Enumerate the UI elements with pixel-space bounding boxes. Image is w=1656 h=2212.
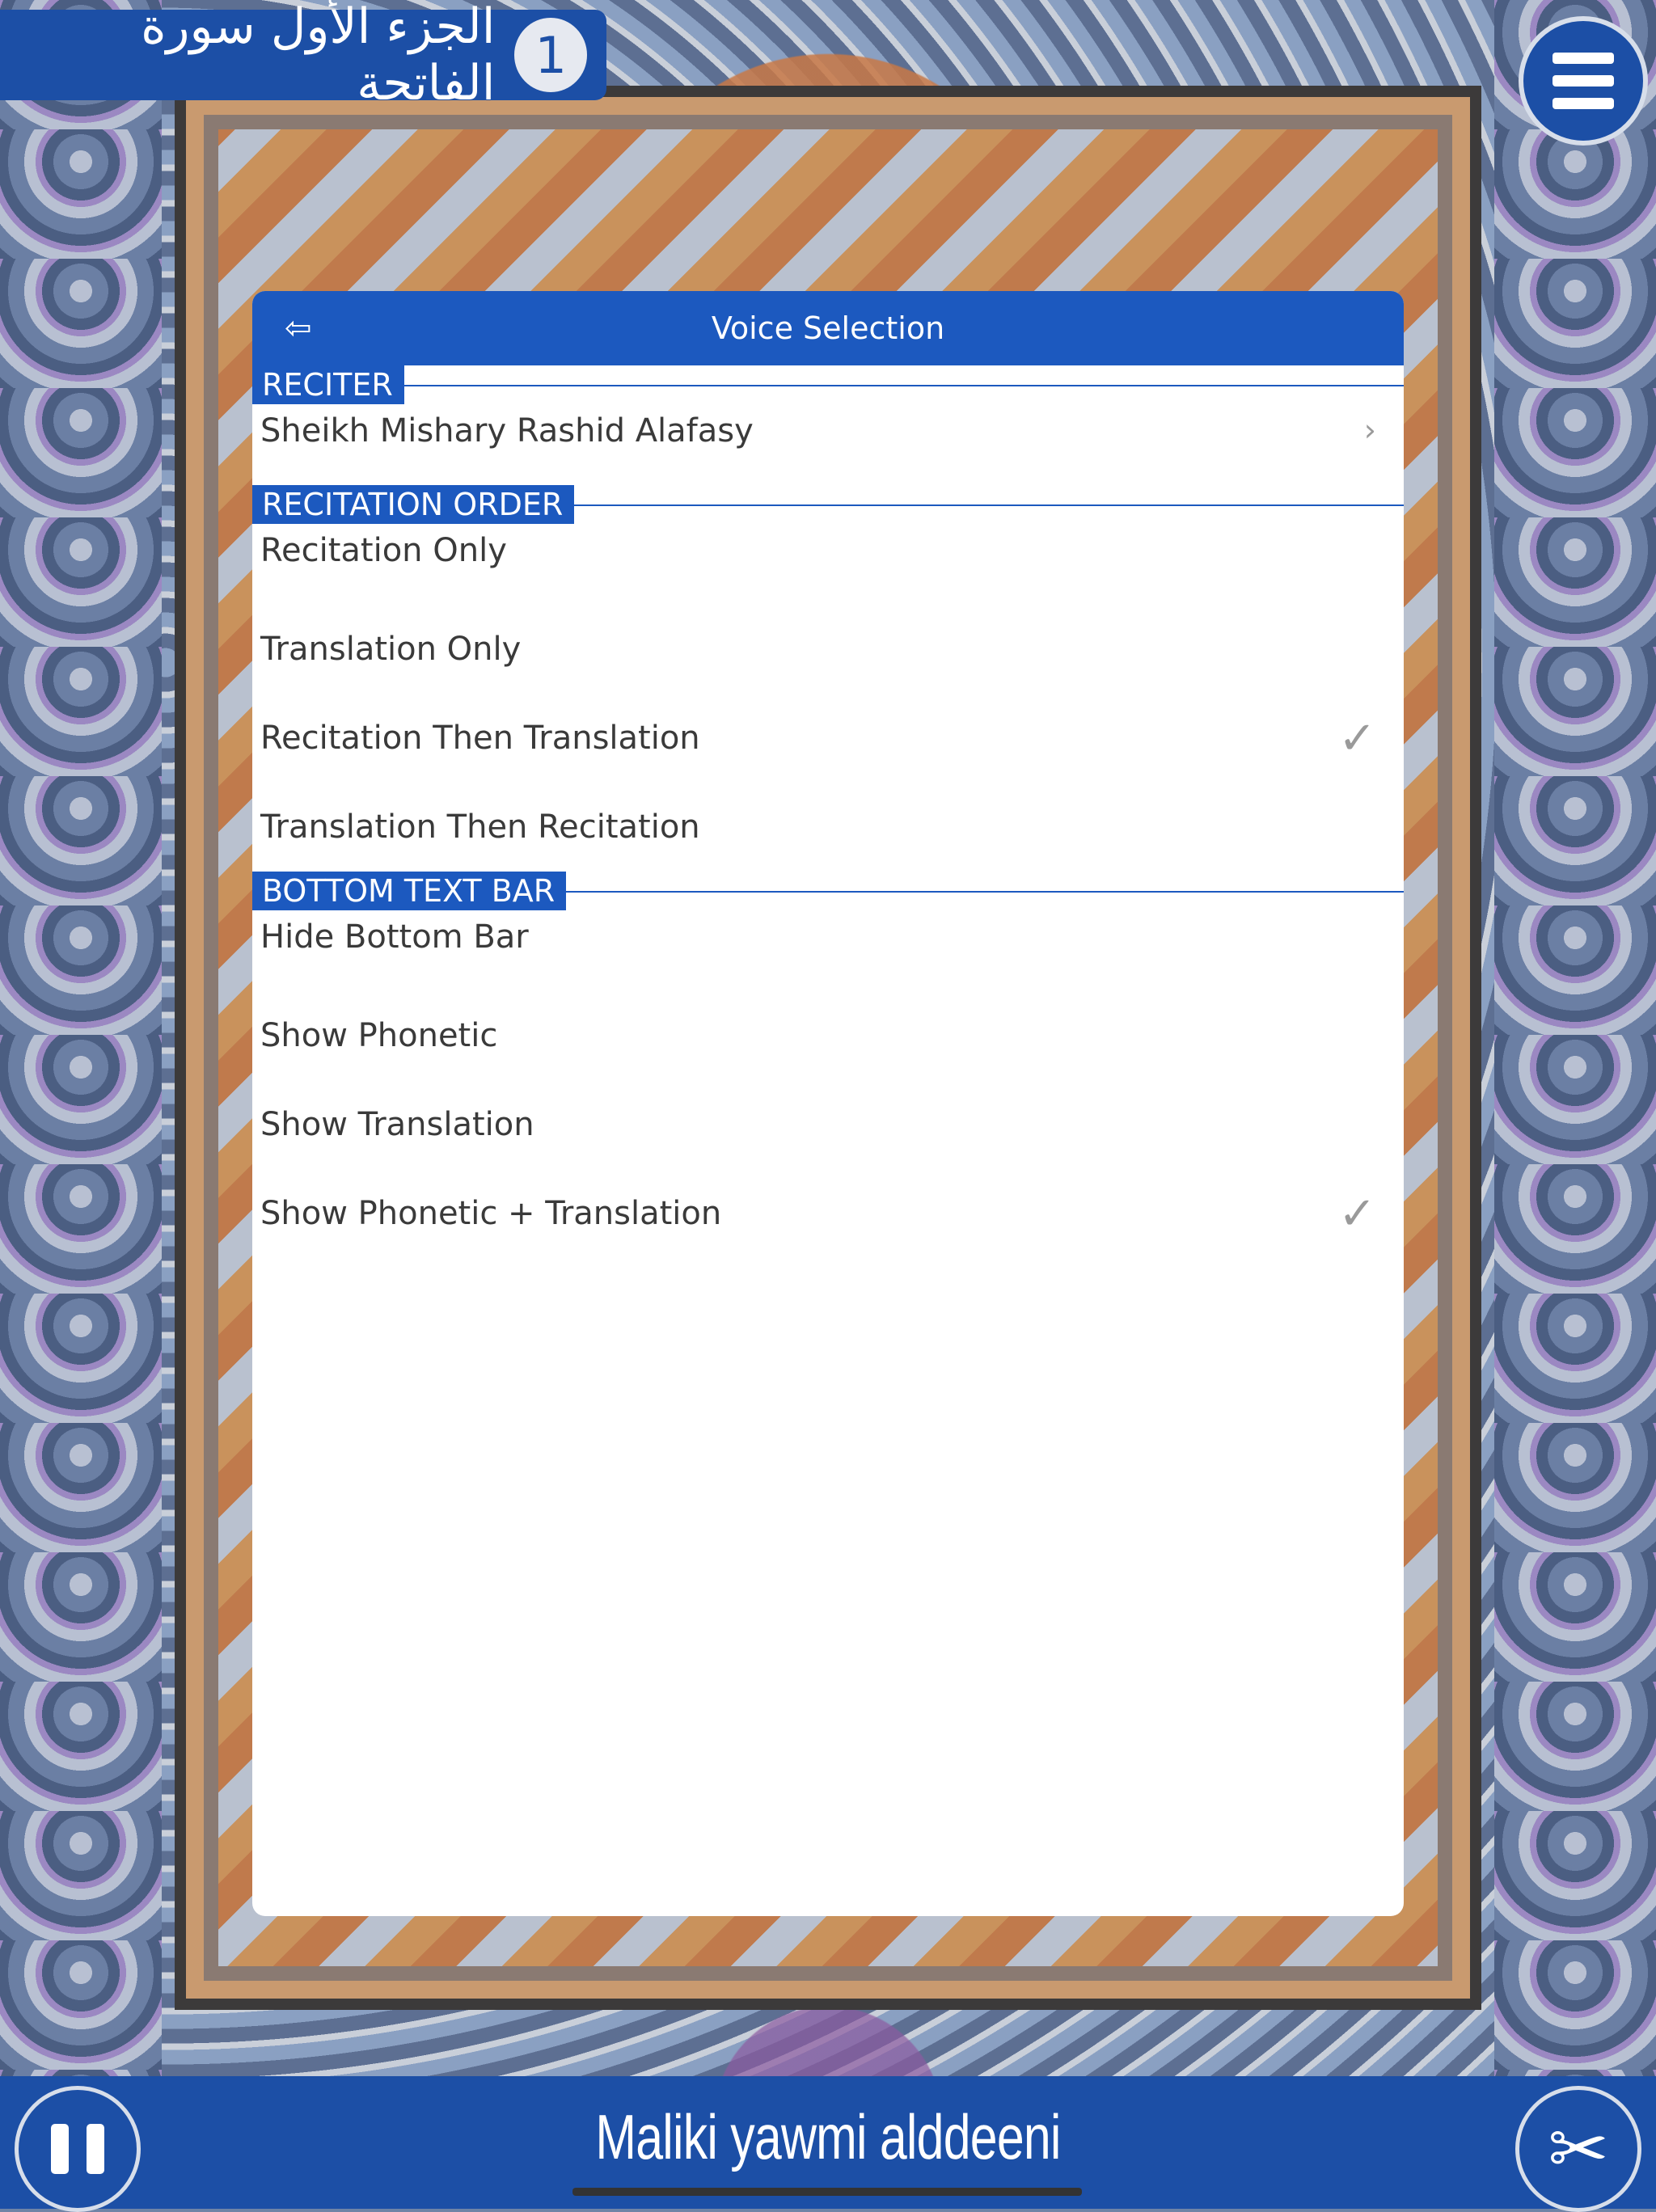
ornamental-border-right	[1494, 0, 1656, 2079]
option-show-translation[interactable]: Show Translation	[252, 1080, 1404, 1169]
section-label: BOTTOM TEXT BAR	[252, 872, 567, 910]
option-show-phonetic-translation[interactable]: Show Phonetic + Translation ✓	[252, 1169, 1404, 1258]
option-label: Translation Only	[260, 631, 522, 668]
option-label: Translation Then Recitation	[260, 808, 700, 846]
reciter-row[interactable]: Sheikh Mishary Rashid Alafasy ›	[252, 404, 1404, 485]
checkmark-icon: ✓	[1338, 711, 1376, 765]
pause-icon	[51, 2124, 69, 2174]
chapter-badge[interactable]: الجزء الأول سورة الفاتحة 1	[0, 0, 606, 112]
chapter-number: 1	[514, 18, 587, 92]
section-divider	[252, 385, 1404, 386]
progress-indicator	[572, 2188, 1082, 2196]
voice-selection-modal: ⇦ Voice Selection RECITER Sheikh Mishary…	[252, 291, 1404, 1240]
option-hide-bottom-bar[interactable]: Hide Bottom Bar	[252, 910, 1404, 991]
option-recitation-then-translation[interactable]: Recitation Then Translation ✓	[252, 694, 1404, 783]
option-translation-only[interactable]: Translation Only	[252, 605, 1404, 694]
back-arrow-icon[interactable]: ⇦	[285, 309, 323, 348]
option-translation-then-recitation[interactable]: Translation Then Recitation	[252, 783, 1404, 872]
section-header-recitation-order: RECITATION ORDER	[252, 485, 1404, 524]
hamburger-menu-icon	[1552, 53, 1614, 64]
section-label: RECITATION ORDER	[252, 485, 575, 524]
option-label: Show Phonetic	[260, 1017, 498, 1054]
tools-icon: ✂	[1548, 2106, 1609, 2192]
option-label: Show Translation	[260, 1106, 534, 1143]
chapter-arabic-title: الجزء الأول سورة الفاتحة	[141, 0, 496, 112]
checkmark-icon: ✓	[1338, 1187, 1376, 1240]
chevron-right-icon: ›	[1363, 412, 1376, 448]
tools-button[interactable]: ✂	[1515, 2086, 1641, 2212]
section-header-bottom-text-bar: BOTTOM TEXT BAR	[252, 872, 1404, 910]
modal-title: Voice Selection	[711, 310, 945, 346]
option-label: Hide Bottom Bar	[260, 918, 529, 956]
option-label: Show Phonetic + Translation	[260, 1195, 722, 1232]
section-label: RECITER	[252, 365, 404, 404]
phonetic-text: Maliki yawmi alddeeni	[595, 2101, 1061, 2172]
section-header-reciter: RECITER	[252, 365, 1404, 404]
option-show-phonetic[interactable]: Show Phonetic	[252, 991, 1404, 1080]
option-recitation-only[interactable]: Recitation Only	[252, 524, 1404, 605]
option-label: Recitation Only	[260, 532, 507, 569]
menu-button[interactable]	[1519, 16, 1648, 146]
pause-button[interactable]	[15, 2086, 141, 2212]
modal-header: ⇦ Voice Selection	[252, 291, 1404, 365]
ornamental-border-left	[0, 0, 162, 2079]
option-label: Recitation Then Translation	[260, 720, 700, 757]
reciter-name: Sheikh Mishary Rashid Alafasy	[260, 412, 754, 450]
